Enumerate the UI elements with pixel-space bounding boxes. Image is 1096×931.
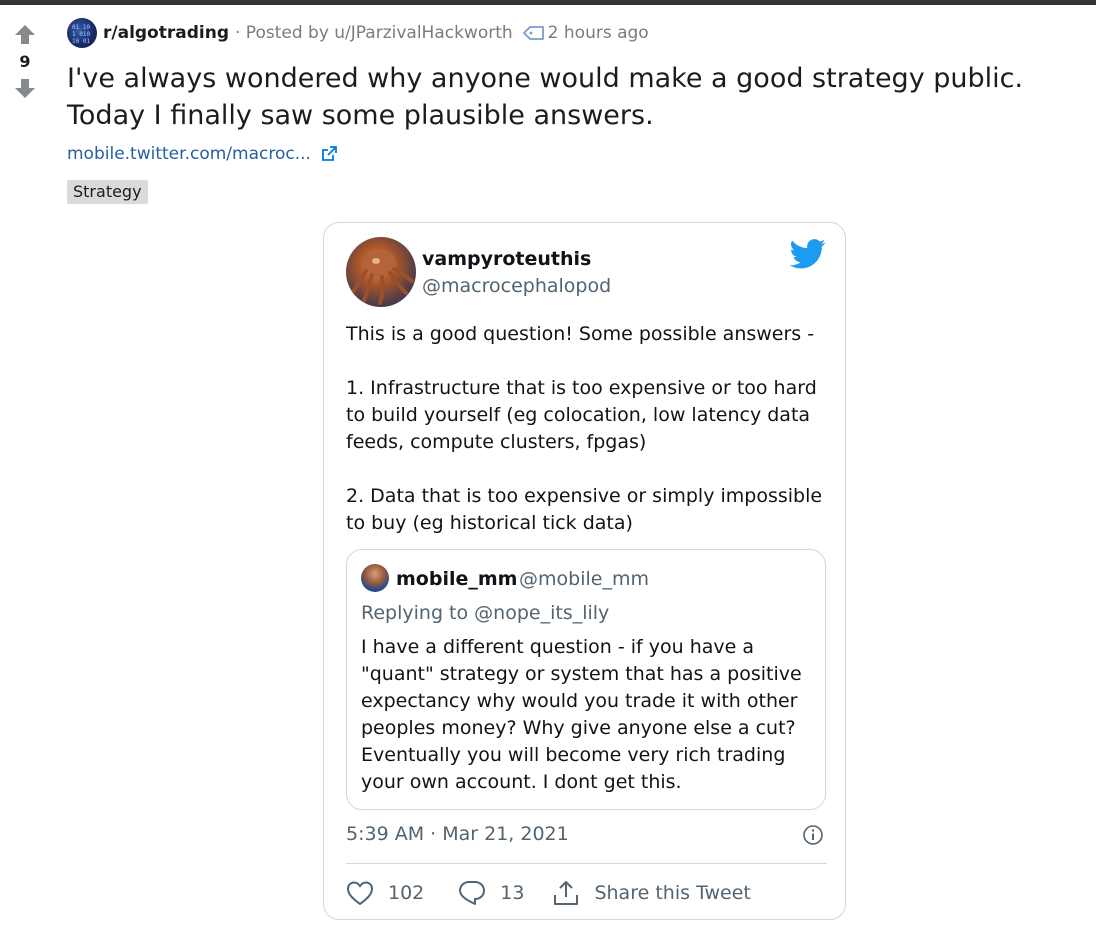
quoted-author-avatar[interactable] bbox=[361, 564, 389, 592]
post-link[interactable]: mobile.twitter.com/macroc... bbox=[67, 144, 337, 164]
subreddit-avatar[interactable]: 01 10 1 010 10 01 bbox=[67, 18, 97, 48]
external-link-icon[interactable] bbox=[321, 146, 337, 162]
embedded-tweet[interactable]: vampyroteuthis @macrocephalopod This is … bbox=[323, 222, 846, 920]
post-meta: 01 10 1 010 10 01 r/algotrading · Posted b… bbox=[67, 18, 649, 48]
top-border bbox=[0, 0, 1096, 5]
subreddit-link[interactable]: r/algotrading bbox=[103, 23, 229, 43]
reply-count: 13 bbox=[500, 882, 525, 904]
posted-by[interactable]: · Posted by u/JParzivalHackworth bbox=[235, 23, 513, 43]
tweet-text: This is a good question! Some possible a… bbox=[346, 323, 823, 534]
quoted-handle[interactable]: @mobile_mm bbox=[519, 568, 649, 590]
upvote-arrow-icon[interactable] bbox=[12, 22, 38, 48]
quoted-display-name[interactable]: mobile_mm bbox=[396, 568, 517, 590]
quoted-tweet-text: I have a different question - if you hav… bbox=[361, 636, 802, 793]
post-flair[interactable]: Strategy bbox=[67, 180, 148, 204]
replying-to-mention[interactable]: @nope_its_lily bbox=[474, 602, 609, 624]
speech-bubble-icon bbox=[459, 881, 486, 905]
tweet-author-avatar[interactable] bbox=[346, 237, 416, 307]
post-title[interactable]: I've always wondered why anyone would ma… bbox=[67, 60, 1077, 134]
vote-count: 9 bbox=[19, 52, 31, 71]
info-icon[interactable] bbox=[802, 824, 824, 846]
share-icon bbox=[554, 881, 579, 905]
reply-button[interactable]: 13 bbox=[458, 879, 524, 907]
replying-to-prefix: Replying to bbox=[361, 602, 469, 624]
like-button[interactable]: 102 bbox=[346, 880, 424, 906]
tweet-divider bbox=[346, 863, 827, 864]
share-button[interactable]: Share this Tweet bbox=[552, 879, 751, 907]
octopus-avatar-image bbox=[350, 249, 414, 305]
replying-to: Replying to @nope_its_lily bbox=[361, 602, 609, 624]
like-count: 102 bbox=[388, 882, 425, 904]
tweet-display-name[interactable]: vampyroteuthis bbox=[422, 248, 591, 270]
twitter-bird-icon[interactable] bbox=[790, 239, 826, 269]
tweet-handle[interactable]: @macrocephalopod bbox=[422, 275, 611, 297]
tweet-timestamp[interactable]: 5:39 AM · Mar 21, 2021 bbox=[346, 823, 569, 845]
heart-icon bbox=[346, 881, 374, 906]
vote-column: 9 bbox=[0, 22, 50, 101]
post-time: 2 hours ago bbox=[547, 23, 649, 43]
downvote-arrow-icon[interactable] bbox=[12, 75, 38, 101]
quoted-tweet[interactable]: mobile_mm @mobile_mm Replying to @nope_i… bbox=[346, 549, 826, 810]
tag-icon bbox=[522, 26, 544, 40]
share-label: Share this Tweet bbox=[594, 882, 751, 904]
post-link-text[interactable]: mobile.twitter.com/macroc... bbox=[67, 144, 311, 164]
tweet-actions: 102 13 Share this Tweet bbox=[346, 878, 751, 908]
